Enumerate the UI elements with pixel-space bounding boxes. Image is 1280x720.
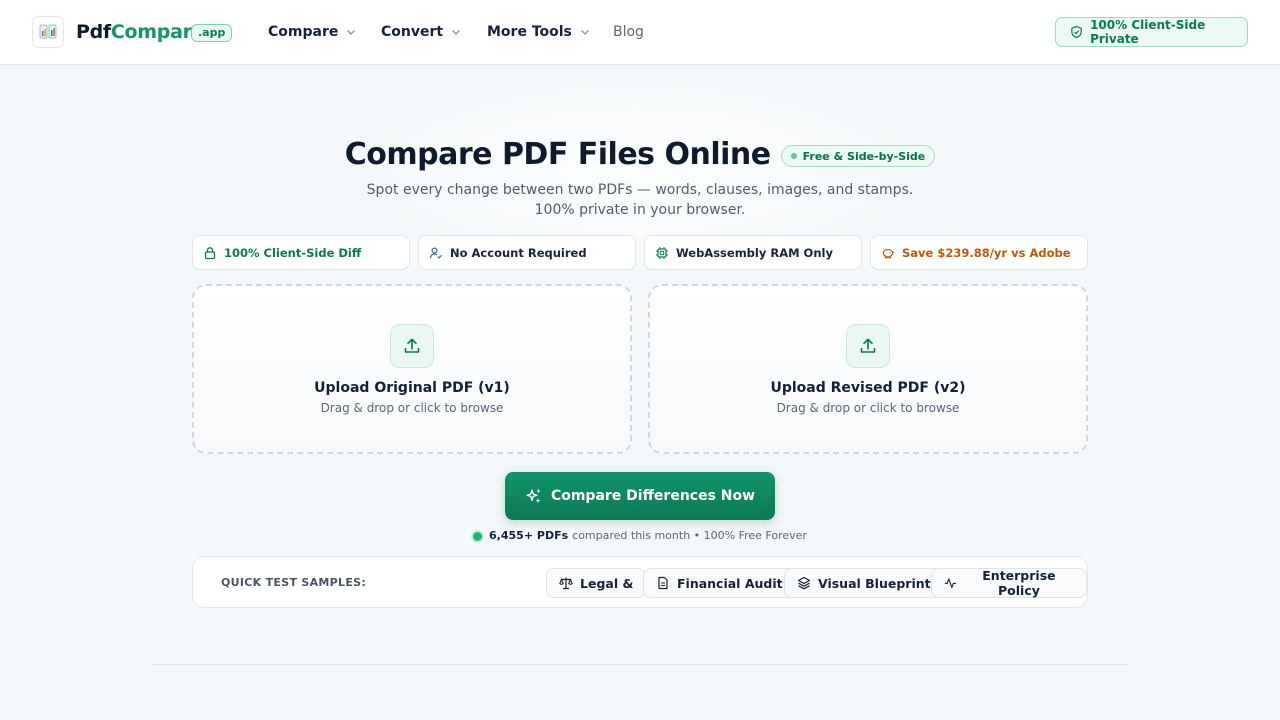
chevron-down-icon [580,30,589,35]
upload-revised-hint: Drag & drop or click to browse [776,401,960,415]
upload-original-dropzone[interactable]: Upload Original PDF (v1) Drag & drop or … [192,284,632,454]
feature-client-side-diff: 100% Client-Side Diff [192,235,410,270]
chip-icon [656,246,668,259]
feature-webassembly: WebAssembly RAM Only [644,235,862,270]
compare-differences-button[interactable]: Compare Differences Now [505,472,775,520]
sample-label: Legal & [580,575,634,591]
logo-icon[interactable] [32,16,64,48]
feature-label: WebAssembly RAM Only [676,245,833,260]
upload-revised-label: Upload Revised PDF (v2) [770,380,966,396]
nav-more-tools[interactable]: More Tools [487,22,590,42]
layers-icon [797,576,811,590]
lock-icon [204,246,216,259]
subtitle-line-1: Spot every change between two PDFs — wor… [366,182,914,198]
sample-visual-blueprint-button[interactable]: Visual Blueprint [784,568,944,598]
feature-label: 100% Client-Side Diff [224,245,362,260]
nav-blog-link[interactable]: Blog [613,22,644,42]
upload-icon [846,324,890,368]
sample-label: Financial Audit [677,575,783,591]
hero-subtitle: Spot every change between two PDFs — wor… [0,180,1280,220]
sample-label: Visual Blueprint [818,575,931,591]
upload-revised-dropzone[interactable]: Upload Revised PDF (v2) Drag & drop or c… [648,284,1088,454]
usage-stats: 6,455+ PDFs compared this month • 100% F… [0,528,1280,544]
nav-more-tools-label: More Tools [487,24,572,40]
stats-text: compared this month • 100% Free Forever [572,529,807,542]
brand-part-pdf: Pdf [76,21,111,43]
shield-check-icon [1071,25,1082,39]
piggy-bank-icon [882,248,895,258]
free-badge-label: Free & Side-by-Side [802,149,926,163]
section-divider [152,664,1128,665]
sample-legal-button[interactable]: Legal & [546,568,647,598]
feature-no-account: No Account Required [418,235,636,270]
sample-label: Enterprise Policy [982,568,1056,598]
top-header: PdfCompare .app Compare Convert More Too… [0,0,1280,65]
nav-convert[interactable]: Convert [381,22,461,42]
compare-button-label: Compare Differences Now [550,488,756,504]
feature-save-money: Save $239.88/yr vs Adobe [870,235,1088,270]
hero-title-row: Compare PDF Files Online Free & Side-by-… [0,136,1280,174]
sparkles-icon [526,488,541,503]
live-dot-icon [473,531,483,541]
feature-label: Save $239.88/yr vs Adobe [902,245,1071,260]
user-check-icon [429,246,443,259]
document-icon [658,576,668,590]
client-side-private-badge[interactable]: 100% Client-Side Private [1055,17,1248,47]
sample-enterprise-policy-button[interactable]: Enterprise Policy [931,568,1087,598]
nav-compare[interactable]: Compare [268,22,356,42]
free-side-by-side-badge: Free & Side-by-Side [780,145,936,167]
chevron-down-icon [347,30,356,35]
activity-icon [944,578,956,589]
brand-name[interactable]: PdfCompare [76,20,205,44]
upload-original-label: Upload Original PDF (v1) [314,380,510,396]
nav-convert-label: Convert [381,24,444,40]
subtitle-line-2: 100% private in your browser. [534,202,746,218]
stats-count: 6,455+ PDFs [489,529,569,542]
brand-badge: .app [191,24,233,42]
quick-test-samples: QUICK TEST SAMPLES: Legal & Financial Au… [192,556,1088,608]
page-title: Compare PDF Files Online [344,137,771,172]
upload-original-hint: Drag & drop or click to browse [320,401,504,415]
nav-compare-label: Compare [268,24,339,40]
chevron-down-icon [452,30,461,35]
samples-label: QUICK TEST SAMPLES: [221,576,367,589]
scale-icon [559,577,573,590]
upload-icon [390,324,434,368]
sample-financial-audit-button[interactable]: Financial Audit [643,568,796,598]
dot-icon [790,153,797,159]
private-pill-label: 100% Client-Side Private [1090,18,1206,46]
feature-label: No Account Required [450,245,587,260]
